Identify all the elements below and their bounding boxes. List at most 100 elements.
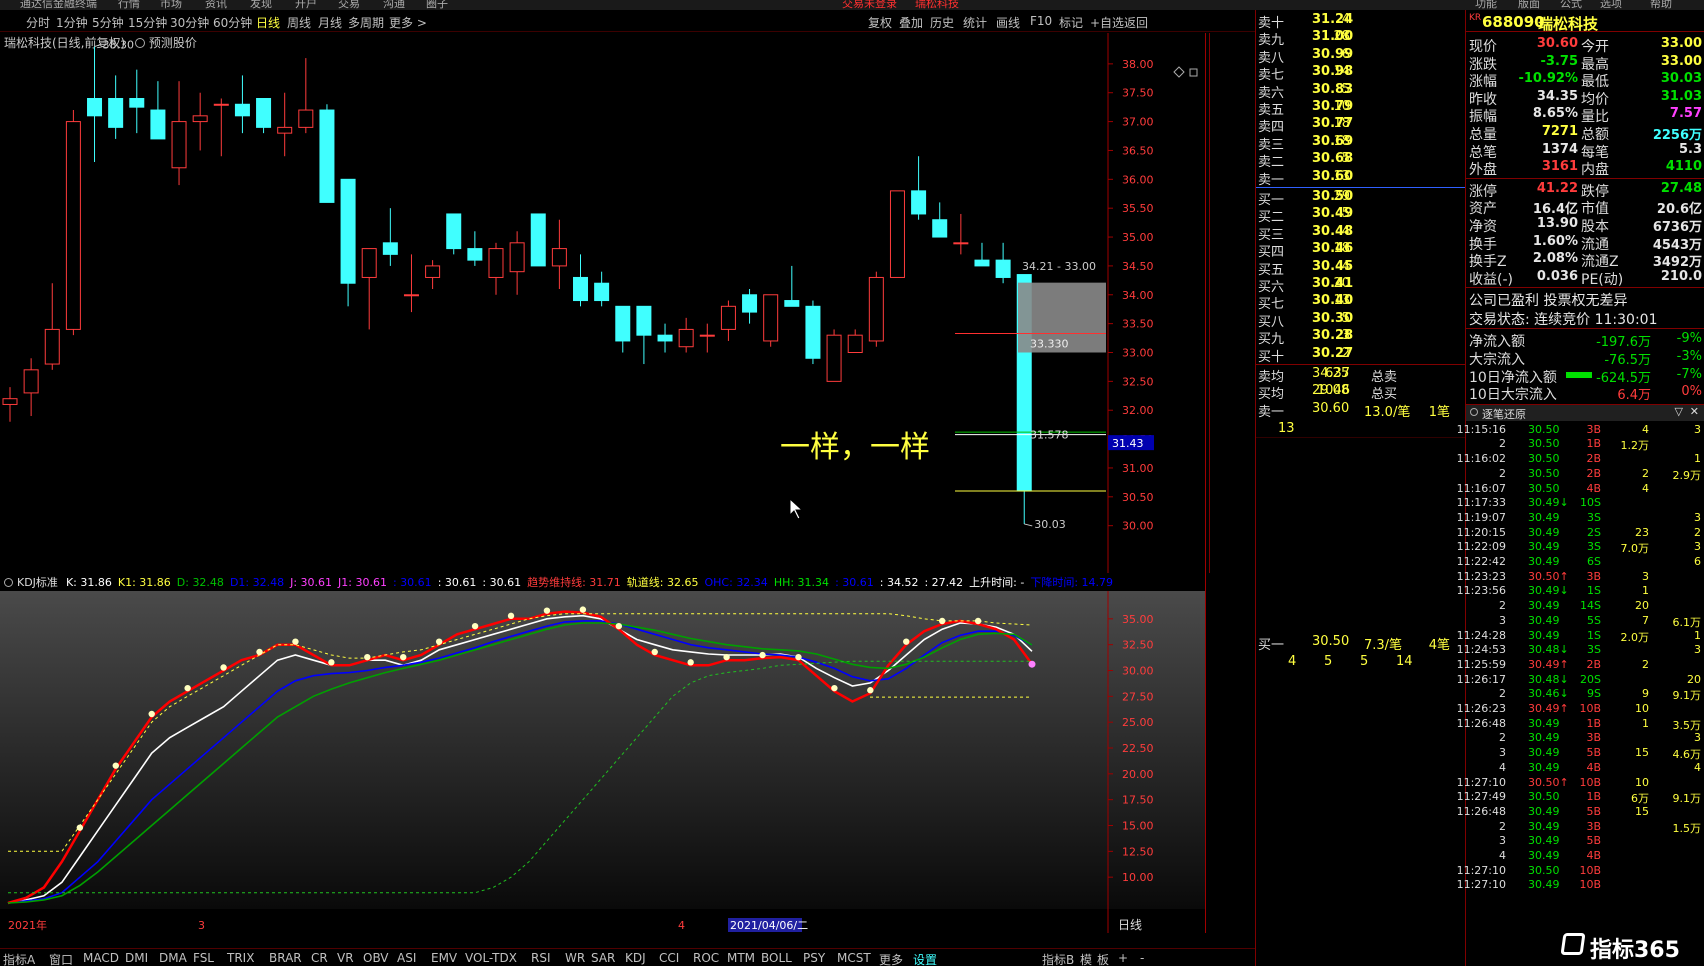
period-tab[interactable]: 60分钟 <box>213 14 252 31</box>
indicator-b-tab[interactable]: - <box>1140 951 1144 965</box>
candlestick-panel[interactable]: 瑞松科技(日线,前复权) 预测股价 38.00 37.50 37.00 36.50 36… <box>0 33 1210 573</box>
tick-panel-icon[interactable] <box>1470 407 1478 416</box>
candle-body[interactable] <box>720 305 736 330</box>
candle-body[interactable] <box>974 259 990 267</box>
indicator-tab[interactable]: FSL <box>193 951 214 965</box>
candle-body[interactable] <box>213 103 229 106</box>
candle-body[interactable] <box>657 334 673 342</box>
indicator-b-tab[interactable]: + <box>1118 951 1128 965</box>
tool-button[interactable]: 历史 <box>930 14 954 31</box>
diamond-icon[interactable] <box>1173 66 1185 78</box>
menu-item[interactable]: 市场 <box>160 0 182 10</box>
candle-body[interactable] <box>889 190 905 278</box>
candlestick-chart[interactable]: 38.00 37.50 37.00 36.50 36.00 35.50 35.00 34.50… <box>0 33 1210 573</box>
menu-item[interactable]: 功能 <box>1475 0 1497 10</box>
candle-body[interactable] <box>425 265 441 278</box>
indicator-tab[interactable]: CR <box>311 951 328 965</box>
indicator-tab[interactable]: KDJ <box>625 951 646 965</box>
indicator-tab[interactable]: BOLL <box>761 951 792 965</box>
maximize-icon[interactable] <box>1189 68 1198 77</box>
indicator-tab[interactable]: ASI <box>397 951 416 965</box>
period-tab[interactable]: 日线 <box>256 14 280 31</box>
candle-body[interactable] <box>44 328 60 365</box>
period-tab[interactable]: 30分钟 <box>170 14 209 31</box>
tool-button[interactable]: 返回 <box>1124 14 1148 31</box>
menu-item[interactable]: 圈子 <box>426 0 448 10</box>
indicator-tab[interactable]: MCST <box>837 951 871 965</box>
candle-body[interactable] <box>488 248 504 278</box>
candle-body[interactable] <box>256 98 272 128</box>
candle-body[interactable] <box>847 334 863 354</box>
candle-body[interactable] <box>763 294 779 342</box>
indicator-tab[interactable]: 更多 <box>879 951 903 966</box>
candle-body[interactable] <box>23 369 39 394</box>
candle-body[interactable] <box>932 219 948 238</box>
tool-button[interactable]: 复权 <box>868 14 892 31</box>
period-tab[interactable]: 周线 <box>287 14 311 31</box>
menu-item[interactable]: 开户 <box>295 0 317 10</box>
indicator-tab[interactable]: 窗口 <box>49 951 73 966</box>
candle-body[interactable] <box>361 248 377 278</box>
indicator-tab[interactable]: DMA <box>159 951 187 965</box>
candle-body[interactable] <box>784 300 800 307</box>
candle-body[interactable] <box>298 109 314 128</box>
candle-body[interactable] <box>551 248 567 267</box>
tick-close-icon[interactable]: ✕ <box>1690 405 1699 418</box>
tool-button[interactable]: F10 <box>1030 14 1052 28</box>
menu-item[interactable]: 行情 <box>118 0 140 10</box>
candle-body[interactable] <box>340 178 356 284</box>
indicator-b-tab[interactable]: 板 <box>1097 951 1109 966</box>
candle-body[interactable] <box>65 121 81 330</box>
tick-filter-icon[interactable]: ▽ <box>1675 405 1683 418</box>
candle-body[interactable] <box>2 398 18 405</box>
indicator-tab[interactable]: ROC <box>693 951 719 965</box>
candle-body[interactable] <box>573 276 589 302</box>
tool-button[interactable]: 统计 <box>963 14 987 31</box>
menu-item[interactable]: 发现 <box>250 0 272 10</box>
indicator-tab[interactable]: VOL-TDX <box>465 951 517 965</box>
candle-body[interactable] <box>615 305 631 342</box>
kdj-panel[interactable]: KDJ标准 K: 31.86 K1: 31.86 D: 32.48 D1: 32.48 J… <box>0 573 1210 933</box>
period-tab[interactable]: 15分钟 <box>128 14 167 31</box>
period-tab[interactable]: 5分钟 <box>92 14 124 31</box>
menu-item[interactable]: 资讯 <box>205 0 227 10</box>
indicator-tab[interactable]: RSI <box>531 951 551 965</box>
menu-item[interactable]: 选项 <box>1600 0 1622 10</box>
indicator-b-tab[interactable]: 模 <box>1080 951 1092 966</box>
candle-body[interactable] <box>234 103 250 117</box>
candle-body[interactable] <box>277 126 293 134</box>
menu-item[interactable]: 版面 <box>1518 0 1540 10</box>
candle-body[interactable] <box>868 276 884 342</box>
period-tab[interactable]: 多周期 <box>348 14 384 31</box>
indicator-tab[interactable]: DMI <box>125 951 148 965</box>
indicator-tab[interactable]: BRAR <box>269 951 302 965</box>
indicator-tab[interactable]: MTM <box>727 951 755 965</box>
candle-body[interactable] <box>699 334 715 337</box>
candle-body[interactable] <box>129 98 145 108</box>
candle-body[interactable] <box>87 98 103 117</box>
candle-body[interactable] <box>953 242 969 245</box>
indicator-tab[interactable]: EMV <box>431 951 457 965</box>
menu-item[interactable]: 交易未登录 <box>842 0 897 10</box>
candle-body[interactable] <box>826 334 842 382</box>
menu-item[interactable]: 沟通 <box>383 0 405 10</box>
menu-item[interactable]: 帮助 <box>1650 0 1672 10</box>
tool-button[interactable]: 标记 <box>1059 14 1083 31</box>
indicator-b-tab[interactable]: 指标B <box>1042 951 1074 966</box>
candle-body[interactable] <box>150 109 166 140</box>
menu-item[interactable]: 瑞松科技 <box>915 0 959 10</box>
period-tab[interactable]: 1分钟 <box>56 14 88 31</box>
indicator-tab[interactable]: PSY <box>803 951 825 965</box>
indicator-tab[interactable]: TRIX <box>227 951 254 965</box>
candle-body[interactable] <box>636 305 652 336</box>
candle-body[interactable] <box>319 109 335 203</box>
candle-body[interactable] <box>995 259 1011 278</box>
period-tab[interactable]: 月线 <box>318 14 342 31</box>
indicator-tab[interactable]: CCI <box>659 951 679 965</box>
indicator-tab[interactable]: 指标A <box>3 951 35 966</box>
indicator-tab[interactable]: 设置 <box>913 951 937 966</box>
indicator-tab[interactable]: WR <box>565 951 585 965</box>
candle-body[interactable] <box>594 282 610 302</box>
menu-item[interactable]: 公式 <box>1560 0 1582 10</box>
menu-item[interactable]: 交易 <box>338 0 360 10</box>
